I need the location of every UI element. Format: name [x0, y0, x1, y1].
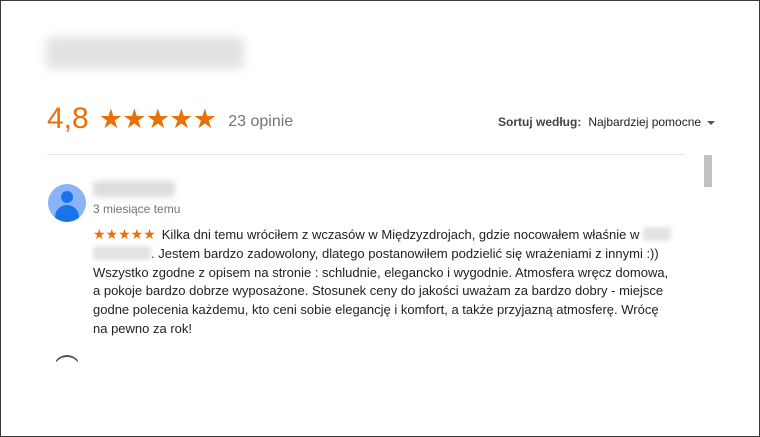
sort-dropdown[interactable]: Sortuj według: Najbardziej pomocne [498, 115, 716, 129]
reviews-panel: 4,8 ★ ★ ★ ★ ★ 23 opinie Sortuj według: N… [0, 0, 760, 437]
review-text-part1: Kilka dni temu wróciłem z wczasów w Międ… [161, 227, 640, 242]
star-icon: ★ [98, 104, 123, 134]
redacted-place-name [46, 37, 244, 69]
rating-value: 4,8 [47, 102, 89, 135]
redacted-text [93, 245, 151, 260]
star-icon: ★ [169, 104, 194, 134]
divider [47, 154, 685, 155]
avatar-person-body [55, 205, 79, 222]
review-time: 3 miesiące temu [93, 202, 181, 216]
review-text-part2: . Jestem bardzo zadowolony, dlatego post… [93, 245, 669, 336]
next-review-avatar[interactable] [53, 355, 81, 383]
star-icon: ★ [192, 104, 217, 134]
review-stars: ★★★★★ [93, 226, 156, 242]
star-icon: ★ [122, 104, 147, 134]
avatar-person-icon [61, 191, 73, 203]
redacted-reviewer-name[interactable] [93, 181, 175, 197]
sort-value[interactable]: Najbardziej pomocne [588, 115, 701, 129]
caret-down-icon[interactable] [707, 121, 716, 125]
review-text: ★★★★★ Kilka dni temu wróciłem z wczasów w… [93, 225, 673, 339]
review-count-link[interactable]: 23 opinie [228, 113, 293, 131]
sort-label: Sortuj według: [498, 115, 582, 129]
avatar[interactable] [48, 184, 86, 222]
redacted-text [642, 227, 671, 241]
scrollbar-thumb[interactable] [704, 155, 712, 187]
rating-summary: 4,8 ★ ★ ★ ★ ★ 23 opinie [47, 101, 293, 137]
rating-stars: ★ ★ ★ ★ ★ [99, 106, 217, 133]
star-icon: ★ [145, 104, 170, 134]
